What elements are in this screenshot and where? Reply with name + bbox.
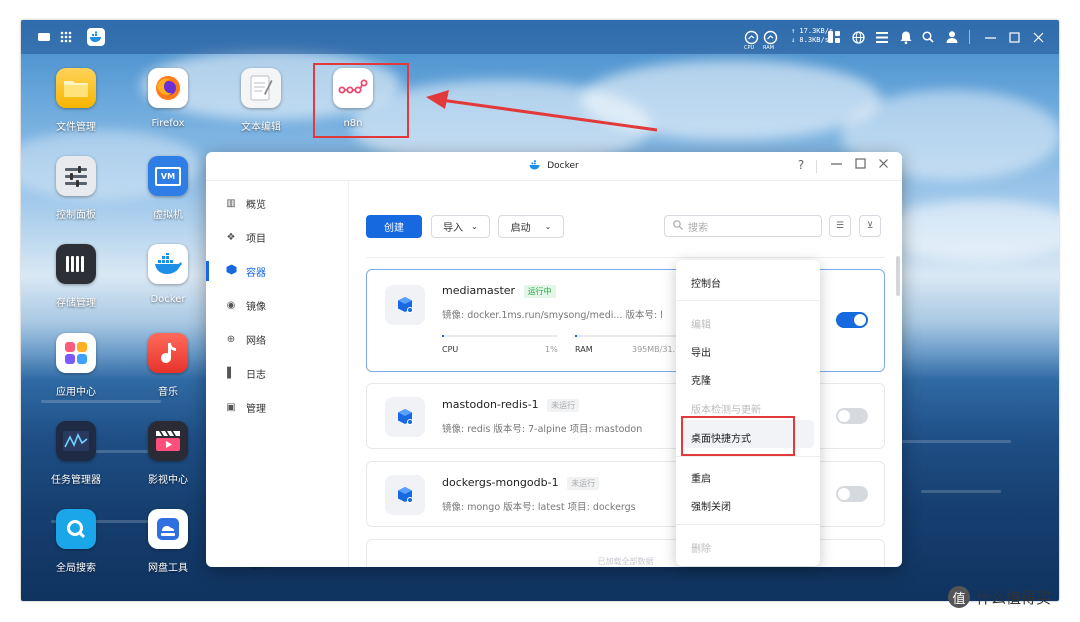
container-name: mediamaster xyxy=(442,284,516,297)
sidebar-item-network[interactable]: ⊕ 网络 xyxy=(224,329,266,349)
arrowhead-n8n xyxy=(426,90,449,109)
container-name: dockergs-mongodb-1 xyxy=(442,476,559,489)
menu-item-restart[interactable]: 重启 xyxy=(691,470,711,485)
menu-item-clone[interactable]: 克隆 xyxy=(691,372,711,387)
sidebar-item-label: 容器 xyxy=(246,267,266,279)
status-badge: 运行中 xyxy=(523,284,556,298)
manage-icon: ▣ xyxy=(226,401,236,413)
sidebar-item-manage[interactable]: ▣ 管理 xyxy=(224,397,266,417)
status-badge: 未运行 xyxy=(567,476,600,490)
watermark: 值 什么值得买 xyxy=(948,586,1051,608)
status-badge: 未运行 xyxy=(547,398,580,412)
ram-usage-fill xyxy=(575,335,578,337)
project-icon: ❖ xyxy=(226,231,236,243)
search-placeholder: 搜索 xyxy=(688,222,708,234)
container-meta: 镜像: docker.1ms.run/smysong/medi... 版本号: … xyxy=(442,310,663,321)
sidebar-item-image[interactable]: ◉ 镜像 xyxy=(224,295,266,315)
annotation-highlight-shortcut xyxy=(681,416,795,456)
sort-icon[interactable]: ☰ xyxy=(829,215,851,237)
window-sidebar: ▥ 概览 ❖ 项目 容器 ◉ 镜像 ⊕ 网络 ▌ 日志 ▣ 管理 xyxy=(206,181,349,567)
sidebar-item-project[interactable]: ❖ 项目 xyxy=(224,227,266,247)
desktop-screen: CPU RAM ↑ 17.3KB/s ↓ 8.3KB/s 文件管理 Firefo… xyxy=(21,20,1059,601)
search-input[interactable]: 搜索 xyxy=(664,215,822,237)
network-icon: ⊕ xyxy=(226,333,236,345)
container-toggle[interactable] xyxy=(836,408,868,424)
scrollbar[interactable] xyxy=(896,256,900,296)
ram-usage-bar xyxy=(575,335,679,337)
cpu-usage-fill xyxy=(442,335,444,337)
window-titlebar: Docker ? xyxy=(206,152,902,181)
window-minimize-icon[interactable] xyxy=(828,158,844,172)
cpu-label: CPU xyxy=(442,345,459,354)
menu-item-force-stop[interactable]: 强制关闭 xyxy=(691,498,731,513)
log-icon: ▌ xyxy=(227,367,235,379)
ram-value: 395MB/31.1 xyxy=(632,345,681,354)
container-box-icon xyxy=(385,285,425,325)
import-dropdown[interactable]: 导入 ⌄ xyxy=(431,215,490,238)
watermark-logo: 值 xyxy=(948,586,970,608)
create-button[interactable]: 创建 xyxy=(366,215,422,238)
arrow-to-n8n xyxy=(440,98,658,132)
sidebar-item-log[interactable]: ▌ 日志 xyxy=(224,363,266,383)
watermark-text: 什么值得买 xyxy=(976,588,1052,607)
container-meta: 镜像: mongo 版本号: latest 项目: dockergs xyxy=(442,502,636,513)
sidebar-item-label: 管理 xyxy=(246,403,266,415)
sidebar-item-label: 镜像 xyxy=(246,301,266,313)
cpu-usage-bar xyxy=(442,335,558,337)
sidebar-item-label: 项目 xyxy=(246,233,266,245)
context-menu: 控制台 编辑 导出 克隆 版本检测与更新 桌面快捷方式 重启 强制关闭 删除 xyxy=(676,260,820,566)
start-dropdown[interactable]: 启动 ⌄ xyxy=(498,215,564,238)
container-toggle[interactable] xyxy=(836,486,868,502)
container-icon xyxy=(224,264,238,278)
menu-item-console[interactable]: 控制台 xyxy=(691,275,721,290)
image-icon: ◉ xyxy=(226,299,236,311)
menu-item-check-update[interactable]: 版本检测与更新 xyxy=(691,401,761,416)
import-label: 导入 xyxy=(443,223,464,234)
start-label: 启动 xyxy=(510,223,531,234)
container-name: mastodon-redis-1 xyxy=(442,398,539,411)
sidebar-item-label: 网络 xyxy=(246,335,266,347)
search-icon xyxy=(673,219,683,233)
help-button[interactable]: ? xyxy=(793,158,809,172)
cpu-value: 1% xyxy=(545,345,558,354)
window-close-icon[interactable] xyxy=(875,158,891,172)
filter-icon[interactable]: ⊻ xyxy=(859,215,881,237)
ram-label: RAM xyxy=(575,345,593,354)
menu-item-delete[interactable]: 删除 xyxy=(691,540,711,555)
window-maximize-icon[interactable] xyxy=(852,158,868,172)
overview-icon: ▥ xyxy=(226,197,236,209)
container-toggle[interactable] xyxy=(836,312,868,328)
sidebar-item-container[interactable]: 容器 xyxy=(224,261,266,281)
window-title: Docker xyxy=(547,161,579,171)
chevron-down-icon: ⌄ xyxy=(544,222,552,231)
sidebar-item-label: 日志 xyxy=(246,369,266,381)
active-indicator xyxy=(206,261,209,281)
container-meta: 镜像: redis 版本号: 7-alpine 项目: mastodon xyxy=(442,424,643,435)
menu-item-export[interactable]: 导出 xyxy=(691,344,711,359)
container-box-icon xyxy=(385,475,425,515)
docker-title-icon xyxy=(529,159,541,173)
menu-item-edit[interactable]: 编辑 xyxy=(691,316,711,331)
sidebar-item-overview[interactable]: ▥ 概览 xyxy=(224,193,266,213)
chevron-down-icon: ⌄ xyxy=(471,222,478,231)
container-box-icon xyxy=(385,397,425,437)
sidebar-item-label: 概览 xyxy=(246,199,266,211)
